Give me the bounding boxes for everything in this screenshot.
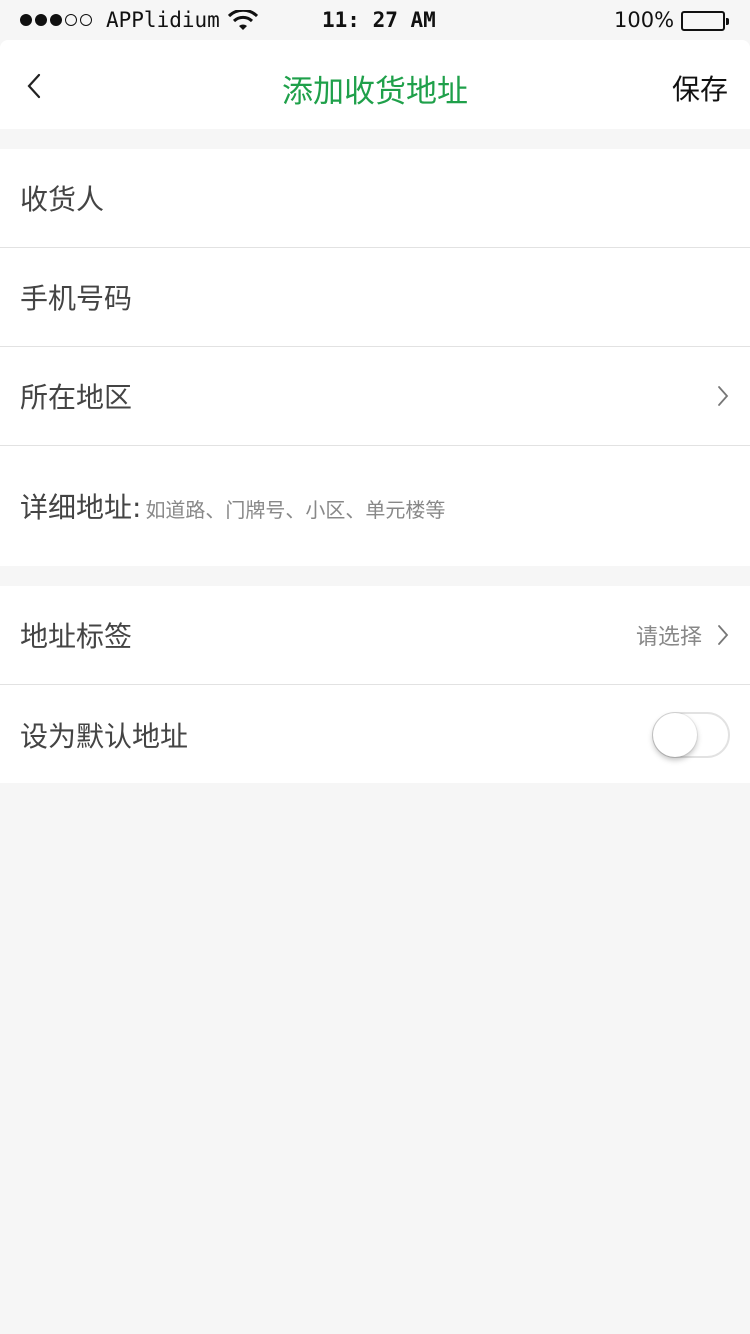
phone-field[interactable]: 手机号码 — [0, 248, 750, 347]
phone-label: 手机号码 — [20, 282, 133, 315]
nav-bar: 添加收货地址 保存 — [0, 40, 750, 129]
status-bar: APPlidium 11: 27 AM 100% — [0, 0, 750, 40]
page-title: 添加收货地址 — [282, 74, 468, 110]
default-address-label: 设为默认地址 — [20, 719, 189, 753]
tag-placeholder: 请选择 — [635, 625, 702, 650]
address-options-section: 地址标签 请选择 设为默认地址 — [0, 586, 750, 783]
signal-dots-icon — [20, 14, 92, 26]
toggle-knob — [653, 712, 697, 757]
chevron-right-icon — [718, 625, 729, 645]
battery-icon — [681, 11, 729, 31]
carrier-name: APPlidium — [106, 8, 220, 32]
tag-label: 地址标签 — [20, 620, 133, 653]
address-placeholder: 如道路、门牌号、小区、单元楼等 — [145, 497, 446, 522]
status-time: 11: 27 AM — [322, 8, 436, 32]
save-button[interactable]: 保存 — [672, 68, 728, 108]
default-address-toggle[interactable] — [652, 711, 730, 758]
chevron-right-icon — [718, 386, 729, 406]
battery-percent: 100% — [614, 8, 675, 32]
address-detail-field[interactable]: 详细地址: 如道路、门牌号、小区、单元楼等 — [0, 446, 750, 566]
address-form-section: 收货人 手机号码 所在地区 详细地址: 如道路、门牌号、小区、单元楼等 — [0, 149, 750, 566]
region-selector[interactable]: 所在地区 — [0, 347, 750, 446]
address-label: 详细地址: — [20, 491, 142, 524]
default-address-row: 设为默认地址 — [0, 685, 750, 784]
receiver-label: 收货人 — [20, 183, 105, 216]
address-tag-selector[interactable]: 地址标签 请选择 — [0, 586, 750, 685]
wifi-icon — [227, 8, 259, 36]
receiver-field[interactable]: 收货人 — [0, 149, 750, 248]
region-label: 所在地区 — [20, 381, 133, 414]
